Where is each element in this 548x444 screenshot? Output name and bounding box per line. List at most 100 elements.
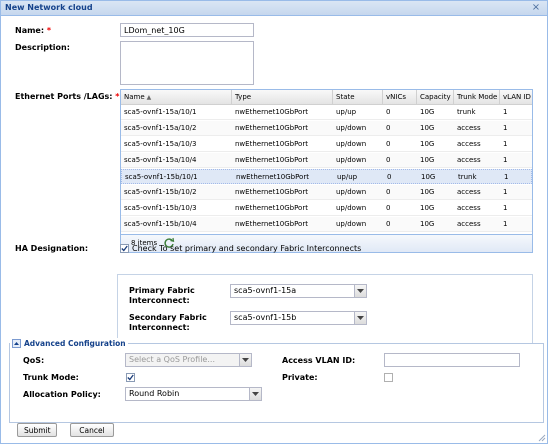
- cell-vnics: 0: [386, 124, 391, 132]
- dialog-title: New Network cloud: [5, 3, 93, 12]
- cell-trunk: access: [457, 204, 481, 212]
- table-row[interactable]: sca5-ovnf1-15b/10/3 nwEthernet10GbPort up/…: [121, 201, 532, 216]
- new-network-cloud-dialog: New Network cloud × Name: * Description:…: [0, 0, 548, 444]
- cell-state: up/down: [336, 140, 367, 148]
- chevron-down-icon[interactable]: [249, 388, 261, 400]
- description-label: Description:: [15, 43, 70, 52]
- cell-trunk: access: [457, 188, 481, 196]
- cell-trunk: access: [457, 156, 481, 164]
- trunk-mode-checkbox[interactable]: [126, 373, 135, 382]
- cell-name: sca5-ovnf1-15b/10/3: [124, 204, 197, 212]
- close-icon[interactable]: ×: [531, 3, 541, 13]
- description-textarea[interactable]: [120, 41, 254, 85]
- name-input[interactable]: [120, 23, 254, 37]
- cell-vlan: 1: [503, 204, 508, 212]
- cell-trunk: access: [457, 124, 481, 132]
- column-header-capacity[interactable]: Capacity: [417, 90, 454, 104]
- cell-type: nwEthernet10GbPort: [235, 156, 308, 164]
- collapse-toggle-icon[interactable]: [12, 339, 21, 348]
- cell-type: nwEthernet10GbPort: [235, 108, 308, 116]
- private-checkbox[interactable]: [384, 373, 393, 382]
- dialog-body: Name: * Description: Ethernet Ports /LAG…: [1, 16, 547, 443]
- cell-name: sca5-ovnf1-15a/10/1: [124, 108, 197, 116]
- dialog-titlebar[interactable]: New Network cloud ×: [1, 1, 547, 16]
- column-header-state[interactable]: State: [333, 90, 383, 104]
- qos-placeholder: Select a QoS Profile...: [129, 355, 215, 364]
- table-row[interactable]: sca5-ovnf1-15b/10/2 nwEthernet10GbPort up/…: [121, 185, 532, 200]
- cell-capacity: 10G: [420, 204, 435, 212]
- resize-grip-icon[interactable]: [538, 434, 546, 442]
- ha-designation-label: HA Designation:: [15, 244, 89, 253]
- cell-capacity: 10G: [420, 156, 435, 164]
- table-row[interactable]: sca5-ovnf1-15a/10/3 nwEthernet10GbPort up/…: [121, 137, 532, 152]
- name-label: Name: *: [15, 26, 52, 35]
- chevron-down-icon[interactable]: [354, 312, 366, 324]
- chevron-down-icon[interactable]: [239, 354, 251, 366]
- cell-name: sca5-ovnf1-15b/10/2: [124, 188, 197, 196]
- cell-vnics: 0: [386, 220, 391, 228]
- cell-vlan: 1: [503, 140, 508, 148]
- access-vlan-label: Access VLAN ID:: [282, 356, 356, 365]
- cell-vnics: 0: [386, 140, 391, 148]
- column-header-vlan-id[interactable]: vLAN ID: [500, 90, 532, 104]
- table-row[interactable]: sca5-ovnf1-15b/10/4 nwEthernet10GbPort up/…: [121, 217, 532, 232]
- cell-type: nwEthernet10GbPort: [235, 140, 308, 148]
- cell-state: up/down: [336, 188, 367, 196]
- qos-profile-select[interactable]: Select a QoS Profile...: [125, 353, 252, 367]
- cell-state: up/up: [336, 108, 357, 116]
- cell-capacity: 10G: [420, 108, 435, 116]
- secondary-fabric-label-line1: Secondary Fabric: [129, 313, 207, 322]
- allocation-policy-select[interactable]: Round Robin: [125, 387, 262, 401]
- allocation-policy-label: Allocation Policy:: [23, 390, 101, 399]
- table-row[interactable]: sca5-ovnf1-15a/10/4 nwEthernet10GbPort up/…: [121, 153, 532, 168]
- grid-header: Name ▲ Type State vNICs Capacity Trunk Mo…: [121, 90, 532, 105]
- cell-state: up/down: [336, 124, 367, 132]
- table-row[interactable]: sca5-ovnf1-15a/10/1 nwEthernet10GbPort up/…: [121, 105, 532, 120]
- cell-name: sca5-ovnf1-15a/10/4: [124, 156, 197, 164]
- column-header-vnics[interactable]: vNICs: [383, 90, 417, 104]
- cell-vlan: 1: [503, 108, 508, 116]
- cell-name: sca5-ovnf1-15b/10/1: [125, 173, 198, 181]
- table-row[interactable]: sca5-ovnf1-15a/10/2 nwEthernet10GbPort up/…: [121, 121, 532, 136]
- cell-state: up/down: [336, 204, 367, 212]
- sort-ascending-icon: ▲: [146, 94, 152, 101]
- ethernet-ports-label: Ethernet Ports /LAGs: *: [15, 92, 120, 101]
- access-vlan-input[interactable]: [384, 353, 520, 367]
- table-row[interactable]: sca5-ovnf1-15b/10/1 nwEthernet10GbPort up/…: [121, 169, 532, 184]
- cell-type: nwEthernet10GbPort: [235, 220, 308, 228]
- cell-type: nwEthernet10GbPort: [235, 124, 308, 132]
- cell-capacity: 10G: [420, 220, 435, 228]
- cell-vnics: 0: [386, 204, 391, 212]
- cell-trunk: trunk: [458, 173, 477, 181]
- cell-capacity: 10G: [421, 173, 436, 181]
- secondary-fabric-label-line2: Interconnect:: [129, 323, 190, 332]
- cell-type: nwEthernet10GbPort: [235, 188, 308, 196]
- advanced-configuration-title: Advanced Configuration: [24, 339, 126, 348]
- cancel-button[interactable]: Cancel: [70, 423, 114, 437]
- trunk-mode-label: Trunk Mode:: [23, 373, 79, 382]
- cell-capacity: 10G: [420, 188, 435, 196]
- fabric-interconnect-panel: Primary Fabric Interconnect: sca5-ovnf1-…: [117, 274, 533, 344]
- advanced-configuration-legend: Advanced Configuration: [10, 338, 128, 350]
- cell-trunk: access: [457, 220, 481, 228]
- private-label: Private:: [282, 373, 318, 382]
- ha-designation-checkbox[interactable]: [120, 244, 129, 253]
- column-header-name[interactable]: Name ▲: [121, 90, 232, 104]
- secondary-fabric-select[interactable]: sca5-ovnf1-15b: [230, 311, 367, 325]
- primary-fabric-select[interactable]: sca5-ovnf1-15a: [230, 284, 367, 298]
- primary-fabric-label-line2: Interconnect:: [129, 296, 190, 305]
- cell-vnics: 0: [387, 173, 392, 181]
- submit-button[interactable]: Submit: [17, 423, 57, 437]
- column-header-type[interactable]: Type: [232, 90, 333, 104]
- cell-vlan: 1: [504, 173, 509, 181]
- cell-capacity: 10G: [420, 140, 435, 148]
- primary-fabric-value: sca5-ovnf1-15a: [234, 286, 297, 295]
- allocation-policy-value: Round Robin: [129, 389, 180, 398]
- column-header-trunk-mode[interactable]: Trunk Mode: [454, 90, 500, 104]
- chevron-down-icon[interactable]: [354, 285, 366, 297]
- cell-type: nwEthernet10GbPort: [236, 173, 309, 181]
- cell-type: nwEthernet10GbPort: [235, 204, 308, 212]
- grid-body: sca5-ovnf1-15a/10/1 nwEthernet10GbPort up/…: [121, 105, 532, 233]
- cell-name: sca5-ovnf1-15b/10/4: [124, 220, 197, 228]
- cell-vnics: 0: [386, 188, 391, 196]
